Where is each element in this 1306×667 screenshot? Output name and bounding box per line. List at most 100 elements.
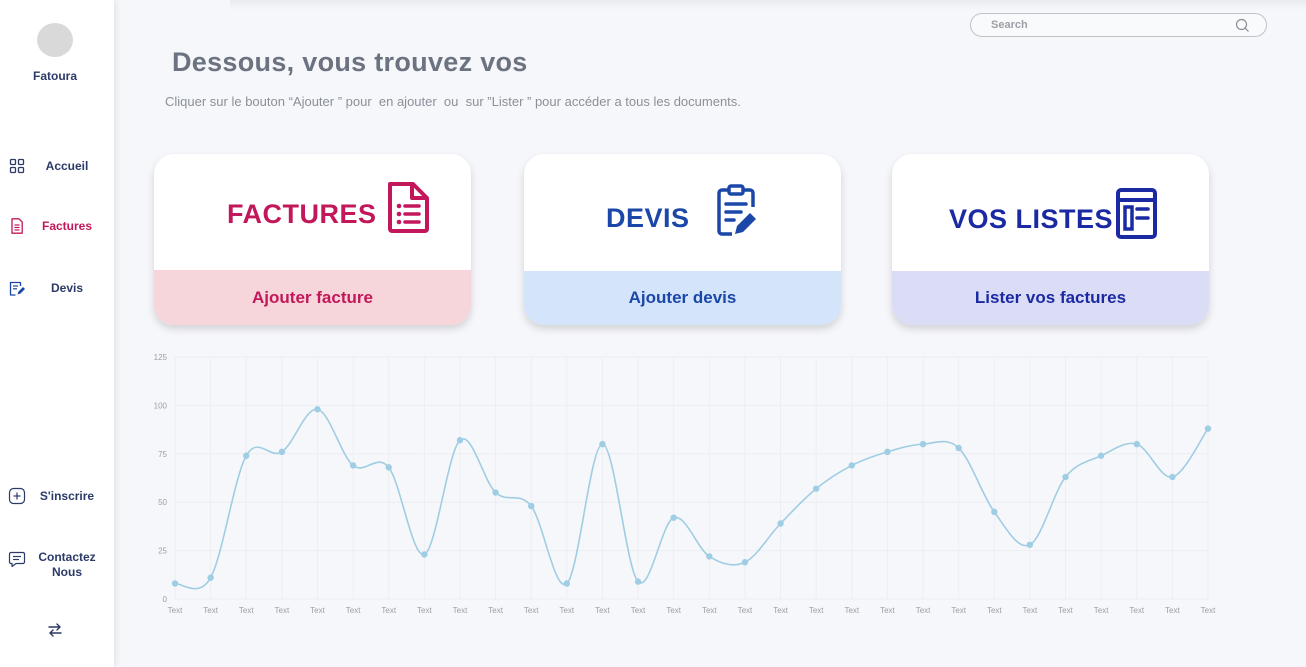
data-point <box>634 578 642 585</box>
data-point <box>848 462 855 469</box>
card-title: FACTURES <box>227 199 377 229</box>
x-tick-label: Text <box>987 606 1002 615</box>
card-factures: FACTURES Ajouter facture <box>154 154 471 325</box>
data-point <box>171 580 179 587</box>
sidebar-item-sinscrire[interactable]: S'inscrire <box>0 484 110 508</box>
x-axis: Text Text Text Text Text Text Text Text Text Text… <box>168 606 1216 615</box>
message-icon <box>8 551 26 568</box>
search-icon[interactable] <box>1235 18 1250 33</box>
data-point <box>349 462 357 469</box>
page-subtitle: Cliquer sur le bouton “Ajouter ” pour en… <box>165 94 741 109</box>
x-tick-label: Text <box>880 606 895 615</box>
y-axis: 0 25 50 75 100 125 <box>154 353 168 604</box>
x-tick-label: Text <box>1094 606 1109 615</box>
y-tick-label: 100 <box>154 401 168 410</box>
x-tick-label: Text <box>275 606 290 615</box>
sidebar-item-contact[interactable]: Contactez Nous <box>0 548 110 582</box>
x-tick-label: Text <box>1058 606 1073 615</box>
data-point <box>456 437 464 444</box>
card-header[interactable]: FACTURES <box>154 154 471 270</box>
data-point <box>991 508 998 516</box>
data-point <box>919 440 927 448</box>
search-bar[interactable] <box>970 13 1267 37</box>
sidebar-item-label: Contactez Nous <box>38 550 96 579</box>
x-tick-label: Text <box>488 606 503 615</box>
data-point <box>1169 473 1176 481</box>
data-point <box>955 444 962 452</box>
sidebar-item-factures[interactable]: Factures <box>0 214 110 238</box>
swap-arrows-icon[interactable] <box>46 621 64 639</box>
data-point <box>884 448 891 456</box>
edit-note-icon <box>9 281 25 296</box>
x-tick-label: Text <box>239 606 254 615</box>
data-point <box>741 559 749 566</box>
data-point <box>385 464 392 471</box>
brand-name: Fatoura <box>32 69 77 83</box>
x-tick-label: Text <box>738 606 753 615</box>
x-tick-label: Text <box>951 606 966 615</box>
card-header[interactable]: VOS LISTES <box>892 154 1209 271</box>
sidebar-item-devis[interactable]: Devis <box>0 276 110 300</box>
x-tick-label: Text <box>631 606 646 615</box>
x-tick-label: Text <box>453 606 468 615</box>
lister-factures-button[interactable]: Lister vos factures <box>892 271 1209 325</box>
data-point <box>1204 425 1212 432</box>
x-tick-label: Text <box>310 606 325 615</box>
y-tick-label: 25 <box>158 547 167 556</box>
data-point <box>421 551 428 558</box>
x-tick-label: Text <box>1129 606 1144 615</box>
data-point <box>528 502 535 510</box>
top-shadow <box>230 0 1306 10</box>
x-tick-label: Text <box>1023 606 1038 615</box>
x-tick-label: Text <box>702 606 717 615</box>
sidebar-item-label: S'inscrire <box>39 489 95 503</box>
sidebar-item-label: Factures <box>41 219 93 233</box>
data-point <box>314 406 321 413</box>
y-tick-label: 125 <box>154 353 168 362</box>
series-line <box>174 408 1209 590</box>
y-tick-label: 50 <box>158 498 167 507</box>
data-point <box>777 520 784 527</box>
x-tick-label: Text <box>203 606 218 615</box>
x-tick-label: Text <box>417 606 432 615</box>
data-point <box>1062 473 1069 481</box>
card-header[interactable]: DEVIS <box>524 154 841 271</box>
x-tick-label: Text <box>809 606 824 615</box>
x-tick-label: Text <box>666 606 681 615</box>
sidebar-item-label: Devis <box>50 281 84 295</box>
list-layout-icon <box>1116 188 1157 239</box>
invoice-document-icon <box>388 182 429 233</box>
data-point <box>812 485 820 492</box>
card-vos-listes: VOS LISTES Lister vos factures <box>892 154 1209 325</box>
data-point <box>706 553 713 560</box>
data-point <box>243 452 250 459</box>
sidebar-item-accueil[interactable]: Accueil <box>0 154 110 178</box>
x-tick-label: Text <box>844 606 859 615</box>
card-title: VOS LISTES <box>949 204 1114 234</box>
x-tick-label: Text <box>916 606 931 615</box>
invoice-icon <box>11 218 23 234</box>
page-title: Dessous, vous trouvez vos <box>172 47 528 77</box>
data-point <box>599 440 606 448</box>
data-point <box>563 580 571 587</box>
x-tick-label: Text <box>168 606 183 615</box>
data-point <box>1133 440 1140 448</box>
sidebar-item-label: Accueil <box>45 159 89 173</box>
grid-icon <box>9 158 25 174</box>
card-title: DEVIS <box>606 203 690 233</box>
search-input[interactable] <box>991 17 1231 33</box>
data-point <box>278 448 286 456</box>
avatar[interactable] <box>37 23 73 57</box>
data-point <box>670 514 677 521</box>
x-tick-label: Text <box>524 606 539 615</box>
x-tick-label: Text <box>346 606 361 615</box>
y-tick-label: 0 <box>163 595 168 604</box>
x-tick-label: Text <box>1201 606 1216 615</box>
clipboard-edit-icon <box>717 184 756 236</box>
ajouter-facture-button[interactable]: Ajouter facture <box>154 270 471 325</box>
line-chart: 0255075100125 Text Text Text Text Text Text Te… <box>154 353 1216 615</box>
data-point <box>1026 541 1034 548</box>
ajouter-devis-button[interactable]: Ajouter devis <box>524 271 841 325</box>
data-point <box>1097 452 1105 459</box>
chart-grid <box>174 356 1209 600</box>
